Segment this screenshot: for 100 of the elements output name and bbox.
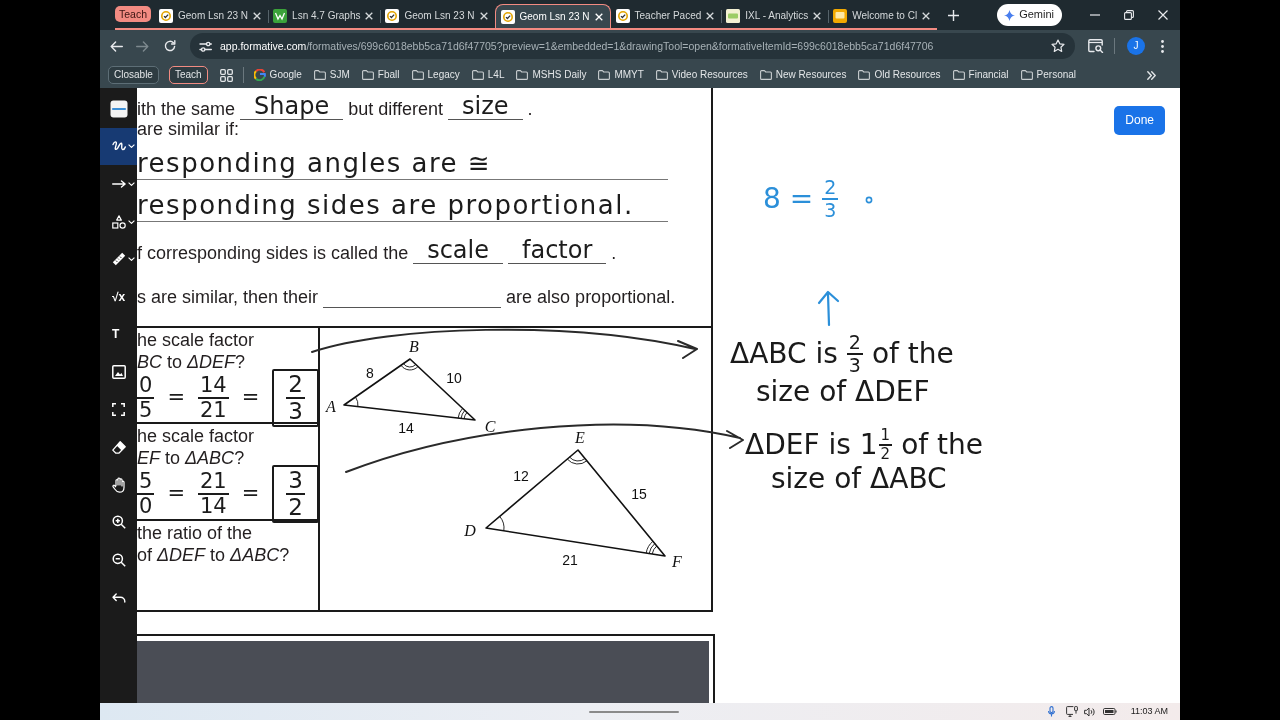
side-label: 15 (631, 486, 647, 502)
bookmark-folder[interactable]: Fball (361, 69, 400, 81)
folder-icon (655, 70, 668, 80)
image-icon (112, 364, 126, 379)
vertex-label: F (672, 552, 682, 570)
pen-tool[interactable] (100, 127, 137, 166)
bookmark-folder[interactable]: Financial (952, 69, 1009, 81)
tool-button[interactable]: √x (100, 277, 137, 316)
boxed-answer: 2 3 (272, 369, 319, 427)
hand-icon (112, 476, 126, 493)
worksheet-text: . (611, 243, 617, 264)
close-icon[interactable] (706, 12, 715, 20)
bookmark-group[interactable]: Closable (108, 66, 159, 84)
tool-button[interactable]: T (100, 315, 137, 354)
browser-tab[interactable]: Geom Lsn 23 N (494, 4, 611, 28)
ink-dot-icon (865, 196, 873, 204)
close-icon[interactable] (365, 12, 374, 20)
battery-icon[interactable] (1102, 708, 1117, 715)
squiggle-icon (112, 140, 126, 153)
window-search-icon[interactable] (1088, 39, 1104, 53)
color-swatch-icon (110, 99, 128, 118)
speaker-icon[interactable] (1083, 706, 1096, 717)
microphone-icon[interactable] (1047, 706, 1055, 717)
handwritten-text: 8 = (763, 183, 814, 215)
handwritten-text: of the (871, 338, 954, 370)
clock-time[interactable]: 11:03 AM (1130, 706, 1168, 717)
browser-tab[interactable]: Geom Lsn 23 N (380, 4, 495, 28)
grid-icon[interactable] (219, 68, 233, 82)
folder-icon (516, 70, 529, 80)
folder-icon (411, 70, 424, 80)
worksheet-text: are also proportional. (506, 287, 676, 308)
ruler-icon (112, 252, 126, 267)
handwritten-text: = (167, 481, 185, 507)
boxed-answer: 3 2 (272, 465, 319, 523)
handwritten-text: = (241, 481, 260, 507)
handwritten-fraction: 21 14 (198, 471, 229, 517)
worksheet-text: he scale factor (137, 329, 255, 351)
sparkle-icon (1004, 9, 1016, 21)
side-label: 12 (513, 468, 529, 484)
folder-icon (471, 70, 484, 80)
folder-icon (759, 70, 772, 80)
done-button[interactable]: Done (1114, 106, 1165, 135)
chevrons-icon[interactable] (1147, 70, 1156, 80)
corners-icon (112, 403, 125, 417)
browser-tab[interactable]: Lsn 4.7 Graphs (268, 4, 381, 28)
bookmark-folder[interactable]: Old Resources (858, 69, 941, 81)
star-icon[interactable] (1051, 39, 1065, 53)
tab-group-label[interactable]: Teach (115, 6, 152, 22)
worksheet-text: but different (348, 99, 443, 120)
logo-icon (253, 69, 266, 81)
bookmark-folder[interactable]: SJM (313, 69, 350, 81)
browser-tab[interactable]: Welcome to Cl (828, 4, 938, 28)
bookmark-folder[interactable]: New Resources (759, 69, 847, 81)
worksheet-text: EF to ΔABC? (137, 447, 245, 469)
eraser-icon (112, 440, 126, 454)
chart-icon (273, 9, 288, 23)
close-icon[interactable] (922, 12, 931, 20)
close-icon[interactable] (479, 12, 488, 20)
folder-icon (361, 70, 374, 80)
folder-icon (313, 70, 326, 80)
back-icon[interactable] (110, 40, 123, 52)
check-circle-icon (500, 9, 515, 24)
browser-tab[interactable]: Teacher Paced (610, 4, 722, 28)
close-icon[interactable] (1158, 10, 1168, 20)
tile-icon (726, 9, 741, 23)
browser-tab[interactable]: Geom Lsn 23 N (154, 4, 269, 28)
close-icon[interactable] (253, 12, 262, 20)
bookmark-link[interactable]: Google (253, 69, 302, 81)
handwritten-fraction: 5 0 (137, 471, 155, 517)
address-bar[interactable]: app.formative.com/formatives/699c6018ebb5ca71d6f47705?preview=1&embedded=1&drawingTool=open&formativeItemId=699c6018ebb5ca71d6f47706 (190, 33, 1075, 59)
fill-in-line: Shape (240, 92, 344, 120)
folder-icon (858, 70, 871, 80)
handwritten-text: of the (901, 429, 983, 461)
bookmark-folder[interactable]: Personal (1020, 69, 1077, 81)
reload-icon[interactable] (164, 40, 176, 52)
bookmark-folder[interactable]: Legacy (411, 69, 460, 81)
bookmark-folder[interactable]: L4L (471, 69, 505, 81)
folder-icon (598, 70, 611, 80)
browser-tab[interactable]: IXL - Analytics (721, 4, 829, 28)
bookmark-group[interactable]: Teach (168, 66, 208, 84)
profile-avatar[interactable]: J (1127, 37, 1145, 55)
bookmark-folder[interactable]: Video Resources (655, 69, 748, 81)
handwritten-text: = (167, 385, 185, 411)
bookmark-folder[interactable]: MSHS Daily (516, 69, 587, 81)
more-icon[interactable] (1161, 39, 1164, 53)
restore-icon[interactable] (1124, 10, 1134, 20)
folder-icon (1020, 70, 1033, 80)
side-label: 8 (366, 365, 374, 381)
vertex-label: A (326, 397, 336, 415)
plus-icon[interactable] (948, 9, 960, 21)
bookmark-folder[interactable]: MMYT (598, 69, 644, 81)
undo-icon (112, 592, 126, 603)
handwritten-text: = (241, 385, 260, 411)
side-label: 14 (398, 420, 414, 436)
network-icon[interactable] (1065, 706, 1078, 717)
slide-icon (833, 9, 848, 23)
zoom-out-icon (112, 552, 126, 567)
gemini-button[interactable]: Gemini (997, 4, 1062, 26)
close-icon[interactable] (813, 12, 822, 20)
sliders-icon[interactable] (199, 40, 212, 52)
